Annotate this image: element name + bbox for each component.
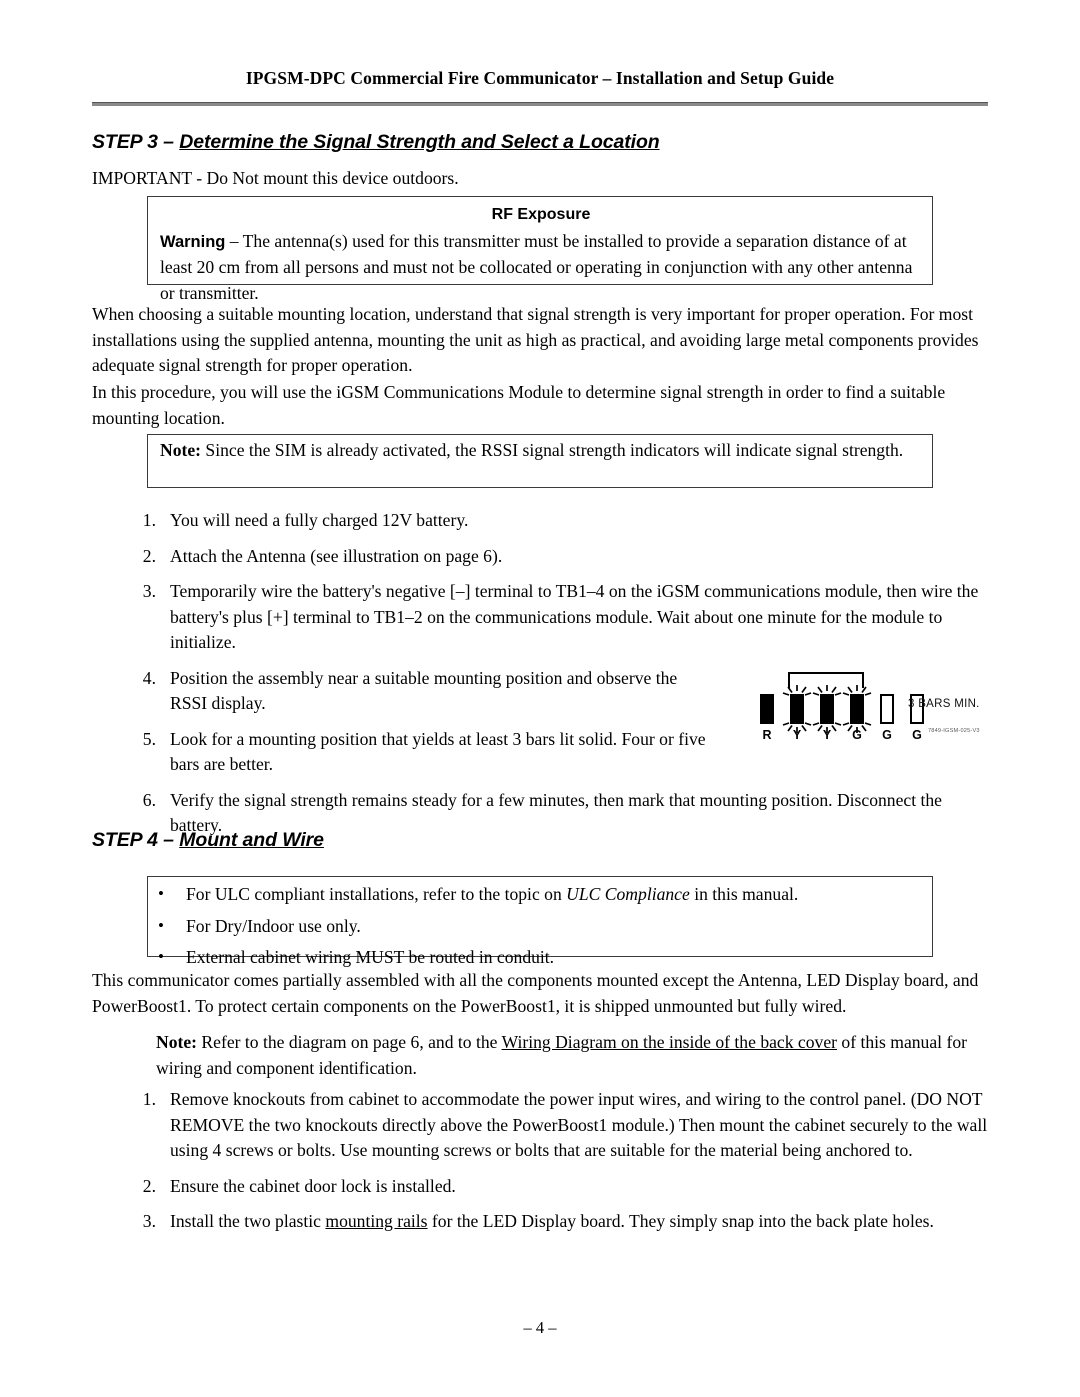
list-item: • External cabinet wiring MUST be routed … bbox=[148, 945, 924, 971]
list-item-text-post: for the LED Display board. They simply s… bbox=[427, 1211, 934, 1231]
list-item-number: 3. bbox=[142, 1211, 156, 1231]
ulc-requirements-box: • For ULC compliant installations, refer … bbox=[147, 876, 933, 967]
document-page: IPGSM-DPC Commercial Fire Communicator –… bbox=[0, 0, 1080, 1397]
rf-warning-lead: Warning bbox=[160, 232, 226, 251]
rf-warning-text: – The antenna(s) used for this transmitt… bbox=[160, 230, 913, 303]
list-item-number: 4. bbox=[142, 667, 156, 688]
led-indicator-g2 bbox=[880, 694, 894, 724]
list-item-number: 1. bbox=[142, 1089, 156, 1109]
assembly-paragraph: This communicator comes partially assemb… bbox=[92, 970, 979, 1016]
list-item-text-post: in this manual. bbox=[689, 884, 799, 904]
step-3-label: STEP 3 – bbox=[92, 131, 180, 153]
list-item-text-underlined: mounting rails bbox=[325, 1211, 428, 1231]
step-4-heading: STEP 4 – Mount and Wire bbox=[92, 829, 324, 852]
list-item-text-pre: For Dry/Indoor use only. bbox=[186, 915, 361, 936]
list-item-number: 1. bbox=[142, 510, 156, 530]
led-label-g3: G bbox=[912, 728, 922, 742]
bullet-icon: • bbox=[158, 915, 164, 935]
list-item-number: 3. bbox=[142, 581, 156, 601]
bullet-icon: • bbox=[158, 947, 164, 966]
list-item-number: 2. bbox=[142, 545, 156, 566]
important-notice: IMPORTANT - Do Not mount this device out… bbox=[92, 168, 459, 188]
list-item-number: 2. bbox=[142, 1175, 156, 1196]
list-item: • For Dry/Indoor use only. bbox=[148, 914, 924, 940]
procedure-intro-paragraph: In this procedure, you will use the iGSM… bbox=[92, 382, 946, 428]
list-item-text-pre: For ULC compliant installations, refer t… bbox=[186, 884, 567, 904]
led-label-r: R bbox=[762, 728, 772, 742]
led-indicator-r bbox=[760, 694, 774, 724]
list-item-text: Attach the Antenna (see illustration on … bbox=[170, 545, 503, 566]
led-flash-rays-icon bbox=[782, 685, 812, 733]
step-4-label: STEP 4 – bbox=[92, 829, 180, 851]
led-flash-rays-icon bbox=[812, 685, 842, 733]
rssi-led-bar-row: R Y Y G G G bbox=[756, 685, 924, 742]
rssi-led-display-figure: R Y Y G G G 3 BARS MIN. 7849-IGSM-025-V3 bbox=[756, 672, 996, 746]
list-item: 2. Ensure the cabinet door lock is insta… bbox=[122, 1174, 988, 1200]
list-item-number: 6. bbox=[142, 789, 156, 810]
wiring-note-underlined-reference: Wiring Diagram on the inside of the back… bbox=[501, 1032, 837, 1052]
led-label-y2: Y bbox=[822, 728, 832, 742]
list-item: 1. Remove knockouts from cabinet to acco… bbox=[122, 1087, 988, 1164]
header-divider-rule bbox=[92, 102, 988, 106]
list-item-text: Ensure the cabinet door lock is installe… bbox=[170, 1175, 456, 1196]
sim-note-box: Note: Since the SIM is already activated… bbox=[147, 434, 933, 488]
wiring-note-lead: Note: bbox=[156, 1032, 198, 1052]
list-item-text: Temporarily wire the battery's negative … bbox=[170, 581, 979, 652]
list-item-text: Position the assembly near a suitable mo… bbox=[170, 667, 678, 714]
list-item-text-composite: Install the two plastic mounting rails f… bbox=[170, 1209, 988, 1235]
bullet-icon: • bbox=[158, 884, 164, 903]
sim-note-body: Note: Since the SIM is already activated… bbox=[160, 438, 922, 464]
list-item-text: Look for a mounting position that yields… bbox=[170, 728, 706, 775]
rssi-minimum-bars-caption: 3 BARS MIN. bbox=[908, 698, 980, 710]
sim-note-text: Since the SIM is already activated, the … bbox=[201, 440, 904, 460]
page-number-footer: – 4 – bbox=[523, 1318, 557, 1337]
list-item: 3. Install the two plastic mounting rail… bbox=[122, 1209, 988, 1235]
signal-strength-paragraph: When choosing a suitable mounting locati… bbox=[92, 304, 979, 375]
led-label-g2: G bbox=[882, 728, 892, 742]
ulc-requirements-list: • For ULC compliant installations, refer … bbox=[148, 877, 932, 976]
step-3-title: Determine the Signal Strength and Select… bbox=[179, 131, 660, 153]
list-item-text: You will need a fully charged 12V batter… bbox=[170, 510, 469, 530]
rf-exposure-box-title: RF Exposure bbox=[491, 206, 591, 223]
rf-exposure-box-body: Warning – The antenna(s) used for this t… bbox=[160, 229, 922, 307]
step-4-title: Mount and Wire bbox=[179, 829, 324, 851]
step-4-procedure-list: 1. Remove knockouts from cabinet to acco… bbox=[122, 1087, 988, 1245]
figure-part-number: 7849-IGSM-025-V3 bbox=[928, 728, 980, 734]
step-3-heading: STEP 3 – Determine the Signal Strength a… bbox=[92, 131, 660, 154]
led-label-g1: G bbox=[852, 728, 862, 742]
list-item: 3. Temporarily wire the battery's negati… bbox=[122, 579, 988, 656]
list-item-text: Remove knockouts from cabinet to accommo… bbox=[170, 1089, 988, 1160]
wiring-note-pre: Refer to the diagram on page 6, and to t… bbox=[197, 1032, 502, 1052]
list-item-number: 5. bbox=[142, 728, 156, 749]
list-item-text-pre: External cabinet wiring MUST be routed i… bbox=[186, 947, 555, 967]
led-label-y1: Y bbox=[792, 728, 802, 742]
list-item: 2. Attach the Antenna (see illustration … bbox=[122, 544, 988, 570]
list-item-text-italic: ULC Compliance bbox=[566, 884, 690, 904]
wiring-note: Note: Refer to the diagram on page 6, an… bbox=[156, 1030, 990, 1081]
sim-note-lead: Note: bbox=[160, 440, 202, 460]
page-header-title: IPGSM-DPC Commercial Fire Communicator –… bbox=[245, 68, 835, 88]
led-flash-rays-icon bbox=[842, 685, 872, 733]
rf-exposure-box: RF Exposure Warning – The antenna(s) use… bbox=[147, 196, 933, 303]
list-item: • For ULC compliant installations, refer … bbox=[148, 882, 924, 908]
list-item-text-pre: Install the two plastic bbox=[170, 1211, 326, 1231]
list-item: 1. You will need a fully charged 12V bat… bbox=[122, 508, 988, 534]
